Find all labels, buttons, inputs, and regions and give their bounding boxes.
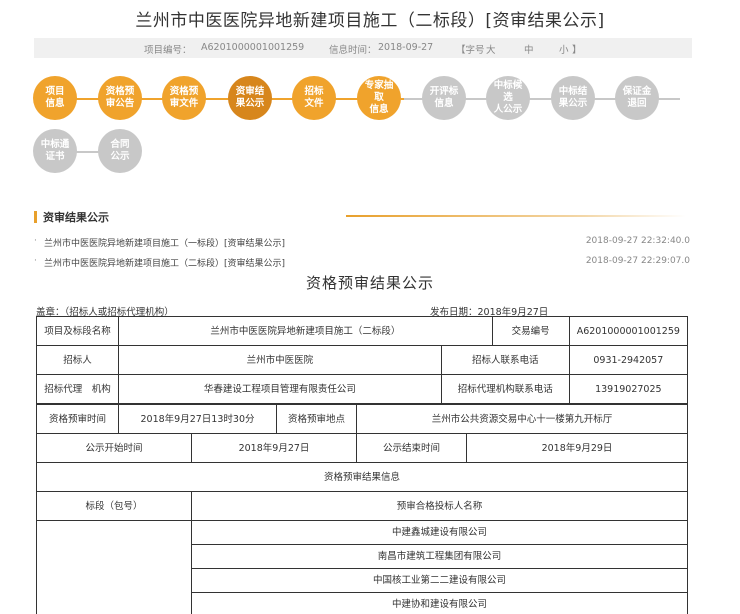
table-cell: 交易编号 [491, 316, 570, 346]
bidders-table: 标段（包号） 预审合格投标人名称 中建鑫城建设有限公司 南昌市建筑工程集团有限公… [36, 491, 688, 614]
table-cell: 0931-2942057 [568, 345, 689, 375]
font-size-label: 【字号 [456, 45, 485, 56]
section-title: 资审结果公示 [43, 211, 109, 224]
item-date: 2018-09-27 22:32:40.0 [585, 236, 690, 246]
table-row: 招标代理 机构 华春建设工程项目管理有限责任公司 招标代理机构联系电话 1391… [36, 374, 689, 404]
table-cell: 13919027025 [568, 374, 689, 404]
step-label: 招标 文件 [304, 86, 324, 109]
table-cell: 兰州市中医医院 [118, 345, 442, 375]
table-cell: 公示开始时间 [36, 433, 192, 463]
step-label: 中标结 果公示 [558, 86, 588, 109]
bullet: · [34, 256, 37, 266]
table-cell [36, 520, 192, 614]
table-cell: 兰州市中医医院异地新建项目施工（二标段） [118, 316, 493, 346]
table-cell: 标段（包号） [36, 491, 192, 521]
step-project-info[interactable]: 项目 信息 [33, 76, 77, 120]
table-row: 资格预审时间 2018年9月27日13时30分 资格预审地点 兰州市公共资源交易… [36, 404, 688, 434]
section-heading: 资审结果公示 [34, 209, 109, 225]
table-row: 资格预审结果信息 [36, 462, 688, 492]
table-cell: 南昌市建筑工程集团有限公司 [191, 544, 688, 569]
step-bid-opening[interactable]: 开评标 信息 [422, 76, 466, 120]
related-link[interactable]: 兰州市中医医院异地新建项目施工（一标段）[资审结果公示] [44, 236, 285, 249]
prequal-table: 资格预审时间 2018年9月27日13时30分 资格预审地点 兰州市公共资源交易… [36, 404, 688, 434]
step-label: 开评标 信息 [429, 86, 459, 109]
list-item: · 兰州市中医医院异地新建项目施工（二标段）[资审结果公示] 2018-09-2… [34, 256, 690, 270]
table-cell: 资格预审结果信息 [36, 462, 688, 492]
step-label: 中标候选 人公示 [493, 80, 523, 115]
step-label: 合同 公示 [110, 139, 130, 162]
table-cell: 资格预审时间 [36, 404, 119, 434]
table-cell: 项目及标段名称 [36, 316, 119, 346]
table-row: 招标人 兰州市中医医院 招标人联系电话 0931-2942057 [36, 345, 689, 375]
step-label: 专家抽取 信息 [364, 80, 394, 115]
table-cell: 中建协和建设有限公司 [191, 592, 688, 614]
table-cell: A6201000001001259 [568, 316, 689, 346]
step-label: 资审结 果公示 [235, 86, 265, 109]
notice-table: 公示开始时间 2018年9月27日 公示结束时间 2018年9月29日 资格预审… [36, 433, 688, 492]
step-contract-notice[interactable]: 合同 公示 [98, 129, 142, 173]
step-label: 资格预 审公告 [105, 86, 135, 109]
table-cell: 中国核工业第二二建设有限公司 [191, 568, 688, 593]
info-time: 2018-09-27 [378, 42, 434, 53]
info-bar: 项目编号： A6201000001001259 信息时间： 2018-09-27… [34, 38, 692, 58]
step-expert-selection[interactable]: 专家抽取 信息 [357, 76, 401, 120]
table-cell: 2018年9月27日 [191, 433, 357, 463]
step-prequal-notice[interactable]: 资格预 审公告 [98, 76, 142, 120]
step-award-result[interactable]: 中标结 果公示 [551, 76, 595, 120]
font-size-small-button[interactable]: 小 [559, 42, 569, 56]
table-row: 中建鑫城建设有限公司 [36, 520, 688, 614]
step-candidate-notice[interactable]: 中标候选 人公示 [486, 76, 530, 120]
table-cell: 中建鑫城建设有限公司 [191, 520, 688, 545]
font-size-medium-button[interactable]: 中 [524, 42, 534, 56]
font-size-close: 】 [572, 45, 582, 56]
project-no-label: 项目编号： [144, 45, 192, 56]
step-deposit-return[interactable]: 保证金 退回 [615, 76, 659, 120]
page-title: 兰州市中医医院异地新建项目施工（二标段）[资审结果公示] [135, 11, 605, 31]
step-label: 资格预 审文件 [169, 86, 199, 109]
table-cell: 招标代理 机构 [36, 374, 119, 404]
table-cell: 2018年9月29日 [466, 433, 688, 463]
info-table: 项目及标段名称 兰州市中医医院异地新建项目施工（二标段） 交易编号 A62010… [36, 316, 689, 404]
related-link[interactable]: 兰州市中医医院异地新建项目施工（二标段）[资审结果公示] [44, 256, 285, 269]
document-title: 资格预审结果公示 [305, 274, 434, 292]
step-tender-docs[interactable]: 招标 文件 [292, 76, 336, 120]
list-item: · 兰州市中医医院异地新建项目施工（一标段）[资审结果公示] 2018-09-2… [34, 236, 690, 250]
table-cell: 招标人 [36, 345, 119, 375]
step-label: 项目 信息 [45, 86, 65, 109]
item-date: 2018-09-27 22:29:07.0 [585, 256, 690, 266]
step-award-certificate[interactable]: 中标通 证书 [33, 129, 77, 173]
section-bar [34, 211, 37, 223]
table-row: 公示开始时间 2018年9月27日 公示结束时间 2018年9月29日 [36, 433, 688, 463]
bullet: · [34, 236, 37, 246]
project-no: A6201000001001259 [201, 42, 305, 53]
step-prequal-result[interactable]: 资审结 果公示 [228, 76, 272, 120]
table-cell: 华春建设工程项目管理有限责任公司 [118, 374, 442, 404]
table-cell: 公示结束时间 [356, 433, 467, 463]
font-size-large-button[interactable]: 大 [486, 42, 496, 56]
info-time-label: 信息时间： [329, 45, 377, 56]
step-label: 保证金 退回 [622, 86, 652, 109]
table-cell: 招标人联系电话 [440, 345, 570, 375]
step-label: 中标通 证书 [40, 139, 70, 162]
table-cell: 资格预审地点 [276, 404, 357, 434]
table-cell: 预审合格投标人名称 [191, 491, 688, 521]
table-cell: 2018年9月27日13时30分 [118, 404, 277, 434]
section-divider [346, 215, 686, 217]
table-row: 标段（包号） 预审合格投标人名称 [36, 491, 688, 521]
table-row: 项目及标段名称 兰州市中医医院异地新建项目施工（二标段） 交易编号 A62010… [36, 316, 689, 346]
step-prequal-docs[interactable]: 资格预 审文件 [162, 76, 206, 120]
table-cell: 招标代理机构联系电话 [440, 374, 570, 404]
table-cell: 兰州市公共资源交易中心十一楼第九开标厅 [356, 404, 688, 434]
